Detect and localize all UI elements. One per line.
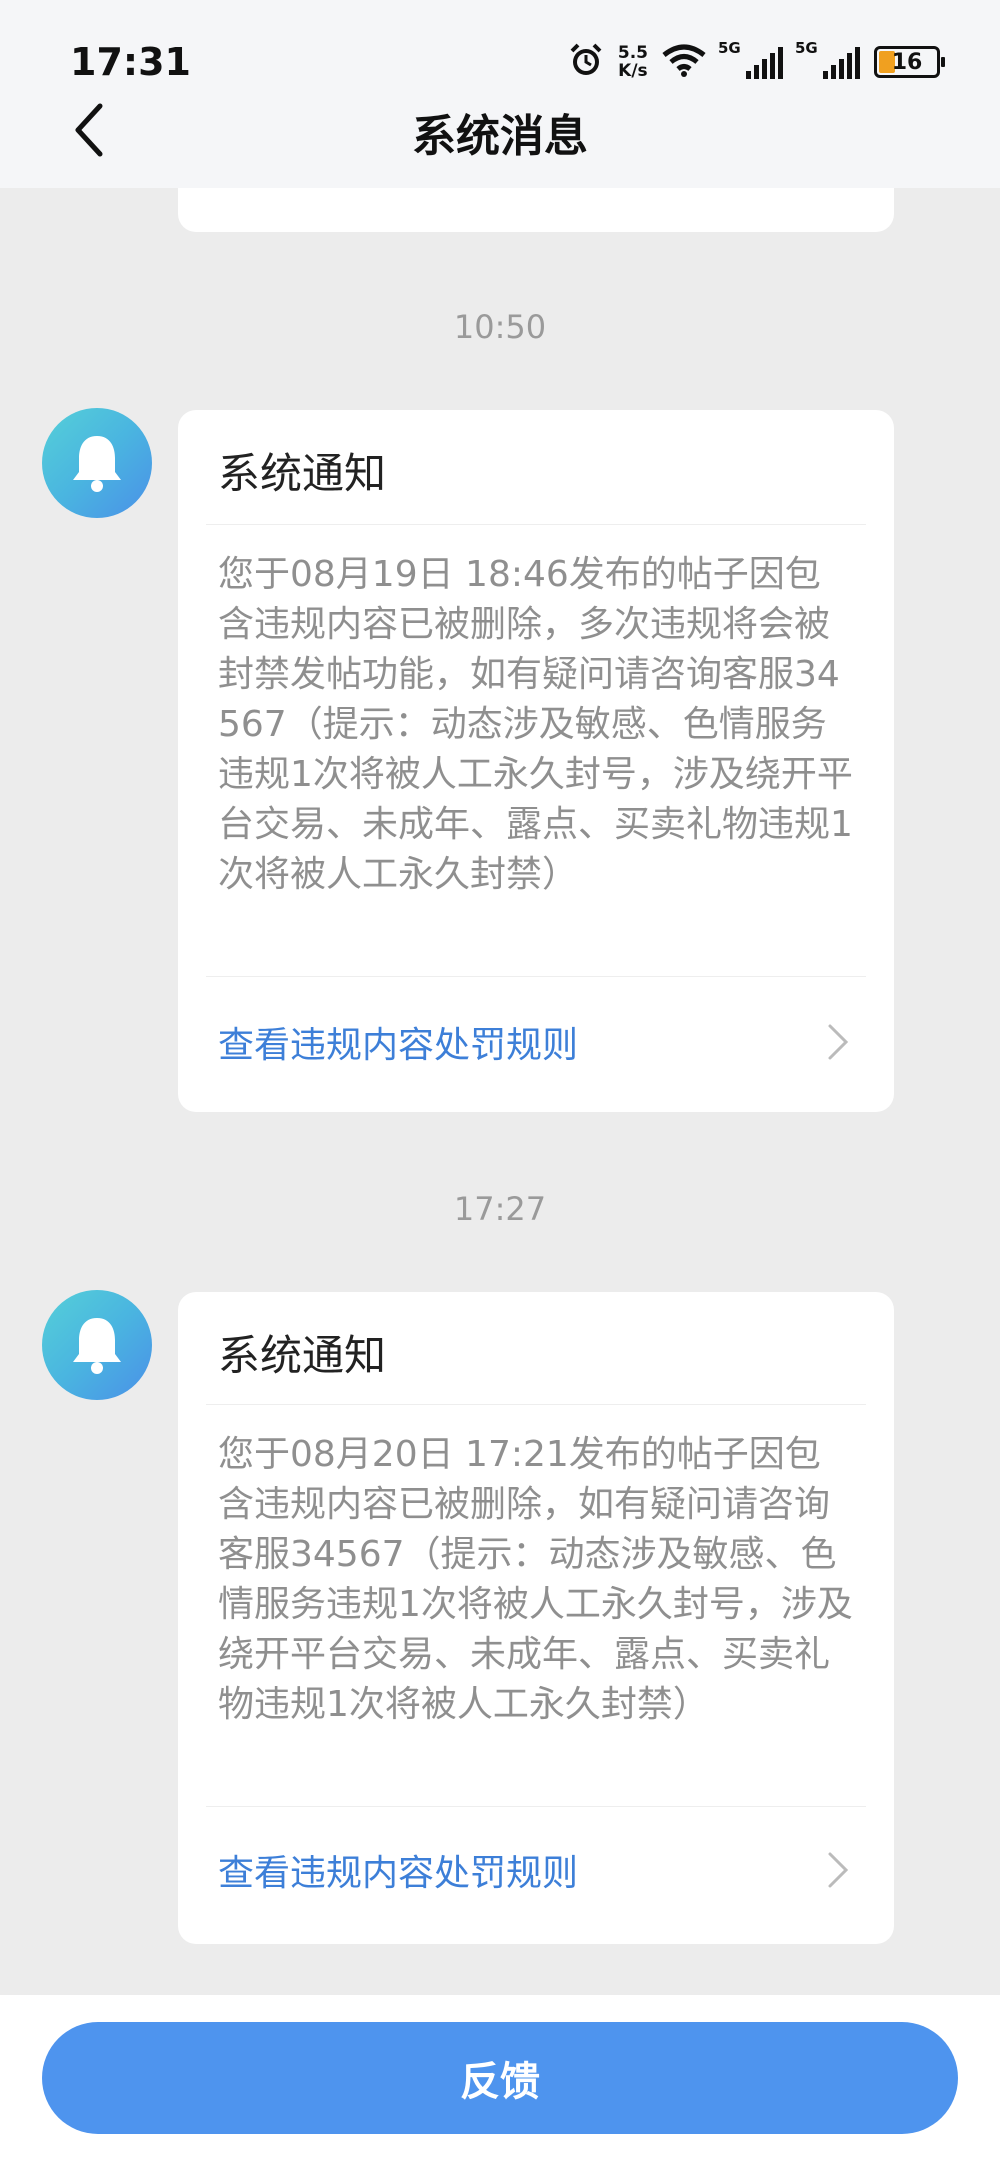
signal-2-label: 5G [795,39,818,57]
message-card: 系统通知 您于08月20日 17:21发布的帖子因包含违规内容已被删除，如有疑问… [178,1292,894,1944]
net-speed: 5.5 K/s [618,44,648,80]
signal-1-label: 5G [718,39,741,57]
nav-bar: 系统消息 [0,90,1000,170]
wifi-icon [662,43,706,81]
chevron-right-icon[interactable] [826,1850,850,1894]
header: 17:31 5.5 K/s 5G 5G 16 系统消息 [0,0,1000,188]
message-title: 系统通知 [218,449,387,498]
status-time: 17:31 [70,40,191,84]
divider [206,1806,866,1807]
bell-icon [73,1318,121,1374]
view-rules-link[interactable]: 查看违规内容处罚规则 [218,1016,578,1068]
feedback-button[interactable]: 反馈 [42,2022,958,2134]
avatar [42,408,152,518]
battery-level: 16 [891,49,923,75]
net-speed-unit: K/s [618,61,648,81]
message-timestamp: 10:50 [453,308,547,346]
divider [206,524,866,525]
message-body: 您于08月20日 17:21发布的帖子因包含违规内容已被删除，如有疑问请咨询客服… [218,1434,853,1725]
battery-icon: 16 [874,46,945,78]
status-icons: 5.5 K/s 5G 5G 16 [568,39,945,84]
message-body: 您于08月19日 18:46发布的帖子因包含违规内容已被删除，多次违规将会被封禁… [218,554,853,895]
status-bar: 17:31 5.5 K/s 5G 5G 16 [0,0,1000,100]
message-timestamp: 17:27 [453,1190,547,1228]
signal-icon-1: 5G [718,39,783,79]
alarm-icon [568,42,604,82]
bell-icon [73,436,121,492]
divider [206,1404,866,1405]
message-title: 系统通知 [218,1331,387,1380]
net-speed-value: 5.5 [617,43,648,63]
chevron-right-icon[interactable] [826,1022,850,1066]
signal-icon-2: 5G [795,39,860,79]
message-card: 系统通知 您于08月19日 18:46发布的帖子因包含违规内容已被删除，多次违规… [178,410,894,1112]
page-title: 系统消息 [412,111,588,162]
avatar [42,1290,152,1400]
divider [206,976,866,977]
view-rules-link[interactable]: 查看违规内容处罚规则 [218,1844,578,1896]
